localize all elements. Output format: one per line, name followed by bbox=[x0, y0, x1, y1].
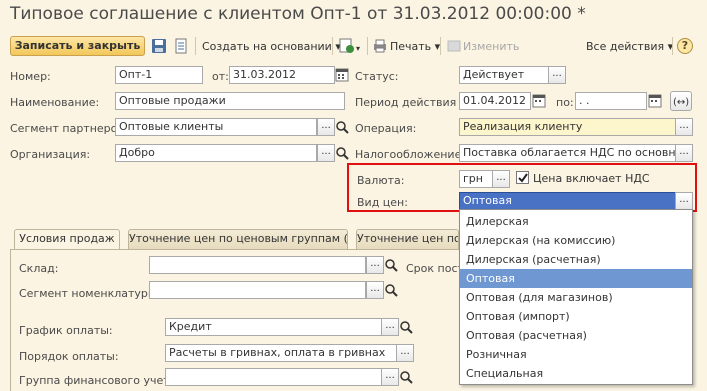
dropdown-option[interactable]: Розничная bbox=[460, 345, 692, 364]
organization-select-button[interactable]: ... bbox=[317, 144, 335, 162]
payment-schedule-label: График оплаты: bbox=[19, 324, 113, 337]
svg-text:(↔): (↔) bbox=[673, 97, 689, 108]
dropdown-option[interactable]: Дилерская bbox=[460, 212, 692, 231]
payment-order-input[interactable]: Расчеты в гривнах, оплата в гривнах bbox=[165, 344, 397, 362]
currency-label: Валюта: bbox=[357, 174, 405, 187]
financial-group-label: Группа финансового учета: bbox=[19, 374, 181, 387]
vat-included-label: Цена включает НДС bbox=[533, 172, 650, 185]
post-document-icon[interactable] bbox=[172, 37, 190, 55]
print-menu[interactable]: Печать ▾ bbox=[390, 40, 440, 53]
help-button[interactable]: ? bbox=[677, 38, 693, 54]
search-icon[interactable] bbox=[398, 368, 414, 386]
dropdown-option[interactable]: Оптовая bbox=[460, 269, 692, 288]
price-type-input[interactable]: Оптовая bbox=[459, 192, 676, 210]
printer-icon bbox=[372, 37, 390, 55]
price-type-select-button[interactable]: ... bbox=[675, 192, 693, 210]
svg-text:▾: ▾ bbox=[356, 44, 360, 53]
window-title: Типовое соглашение с клиентом Опт-1 от 3… bbox=[10, 4, 586, 24]
taxation-select-button[interactable]: ... bbox=[675, 144, 693, 162]
date-from-label: от: bbox=[212, 70, 229, 83]
toolbar-separator bbox=[332, 37, 333, 55]
organization-input[interactable]: Добро bbox=[115, 144, 317, 162]
search-icon[interactable] bbox=[334, 144, 350, 162]
partner-segment-select-button[interactable]: ... bbox=[317, 118, 335, 136]
partner-segment-input[interactable]: Оптовые клиенты bbox=[115, 118, 317, 136]
payment-schedule-input[interactable]: Кредит bbox=[165, 318, 382, 336]
search-icon[interactable] bbox=[398, 318, 414, 336]
warehouse-select-button[interactable]: ... bbox=[366, 256, 384, 274]
nomenclature-segment-select-button[interactable]: ... bbox=[366, 281, 384, 299]
name-label: Наименование: bbox=[10, 96, 100, 109]
edit-icon bbox=[446, 37, 464, 55]
number-label: Номер: bbox=[10, 70, 51, 83]
calendar-icon[interactable] bbox=[335, 66, 349, 84]
operation-input[interactable]: Реализация клиенту bbox=[459, 118, 676, 136]
payment-order-label: Порядок оплаты: bbox=[19, 350, 119, 363]
calendar-icon[interactable] bbox=[648, 92, 662, 110]
payment-order-select-button[interactable]: ... bbox=[396, 344, 414, 362]
calendar-icon[interactable] bbox=[532, 92, 546, 110]
save-and-close-button[interactable]: Записать и закрыть bbox=[10, 36, 145, 56]
toolbar-separator bbox=[367, 37, 368, 55]
tab-price-groups[interactable]: Уточнение цен по ценовым группам (1) bbox=[128, 229, 348, 249]
name-input[interactable]: Оптовые продажи bbox=[115, 92, 345, 110]
dropdown-option[interactable]: Дилерская (расчетная) bbox=[460, 250, 692, 269]
period-to-input[interactable]: . . bbox=[575, 92, 647, 110]
taxation-input[interactable]: Поставка облагается НДС по основной с bbox=[459, 144, 676, 162]
organization-label: Организация: bbox=[10, 148, 91, 161]
create-based-on-menu[interactable]: Создать на основании ▾ bbox=[202, 40, 341, 53]
period-expand-icon[interactable]: (↔) bbox=[670, 91, 692, 111]
number-input[interactable]: Опт-1 bbox=[115, 66, 203, 84]
operation-select-button[interactable]: ... bbox=[675, 118, 693, 136]
warehouse-label: Склад: bbox=[19, 262, 59, 275]
price-type-label: Вид цен: bbox=[357, 196, 408, 209]
change-button[interactable]: Изменить bbox=[463, 40, 519, 53]
save-icon[interactable] bbox=[150, 37, 168, 55]
payment-schedule-select-button[interactable]: ... bbox=[381, 318, 399, 336]
date-input[interactable]: 31.03.2012 bbox=[229, 66, 335, 84]
tab-sales-conditions[interactable]: Условия продаж bbox=[14, 229, 120, 250]
price-type-dropdown: Дилерская Дилерская (на комиссию) Дилерска… bbox=[459, 209, 693, 385]
status-select-button[interactable]: ... bbox=[548, 66, 566, 84]
period-to-label: по: bbox=[556, 96, 574, 109]
document-add-icon[interactable]: ▾ bbox=[338, 37, 360, 55]
dropdown-option[interactable]: Оптовая (расчетная) bbox=[460, 326, 692, 345]
partner-segment-label: Сегмент партнеров: bbox=[10, 122, 128, 135]
toolbar-separator bbox=[672, 37, 673, 55]
currency-input[interactable]: грн bbox=[459, 170, 493, 188]
dropdown-option[interactable]: Оптовая (импорт) bbox=[460, 307, 692, 326]
vat-included-checkbox[interactable] bbox=[516, 171, 529, 184]
nomenclature-segment-input[interactable] bbox=[149, 281, 366, 299]
warehouse-input[interactable] bbox=[149, 256, 366, 274]
currency-select-button[interactable]: ... bbox=[492, 170, 510, 188]
operation-label: Операция: bbox=[355, 122, 417, 135]
period-from-input[interactable]: 01.04.2012 bbox=[459, 92, 531, 110]
search-icon[interactable] bbox=[383, 256, 399, 274]
toolbar-separator bbox=[195, 37, 196, 55]
search-icon[interactable] bbox=[334, 118, 350, 136]
nomenclature-segment-label: Сегмент номенклатуры: bbox=[19, 287, 161, 300]
dropdown-option[interactable]: Дилерская (на комиссию) bbox=[460, 231, 692, 250]
dropdown-option[interactable]: Оптовая (для магазинов) bbox=[460, 288, 692, 307]
toolbar-separator bbox=[440, 37, 441, 55]
tab-price-refinement[interactable]: Уточнение цен по bbox=[356, 229, 459, 249]
search-icon[interactable] bbox=[383, 281, 399, 299]
financial-group-select-button[interactable]: ... bbox=[381, 368, 399, 386]
period-label: Период действия с: bbox=[355, 96, 470, 109]
status-label: Статус: bbox=[355, 70, 399, 83]
taxation-label: Налогообложение: bbox=[355, 148, 466, 161]
dropdown-option[interactable]: Специальная bbox=[460, 364, 692, 383]
all-actions-menu[interactable]: Все действия ▾ bbox=[586, 40, 673, 53]
financial-group-input[interactable] bbox=[165, 368, 382, 386]
status-input[interactable]: Действует bbox=[459, 66, 549, 84]
